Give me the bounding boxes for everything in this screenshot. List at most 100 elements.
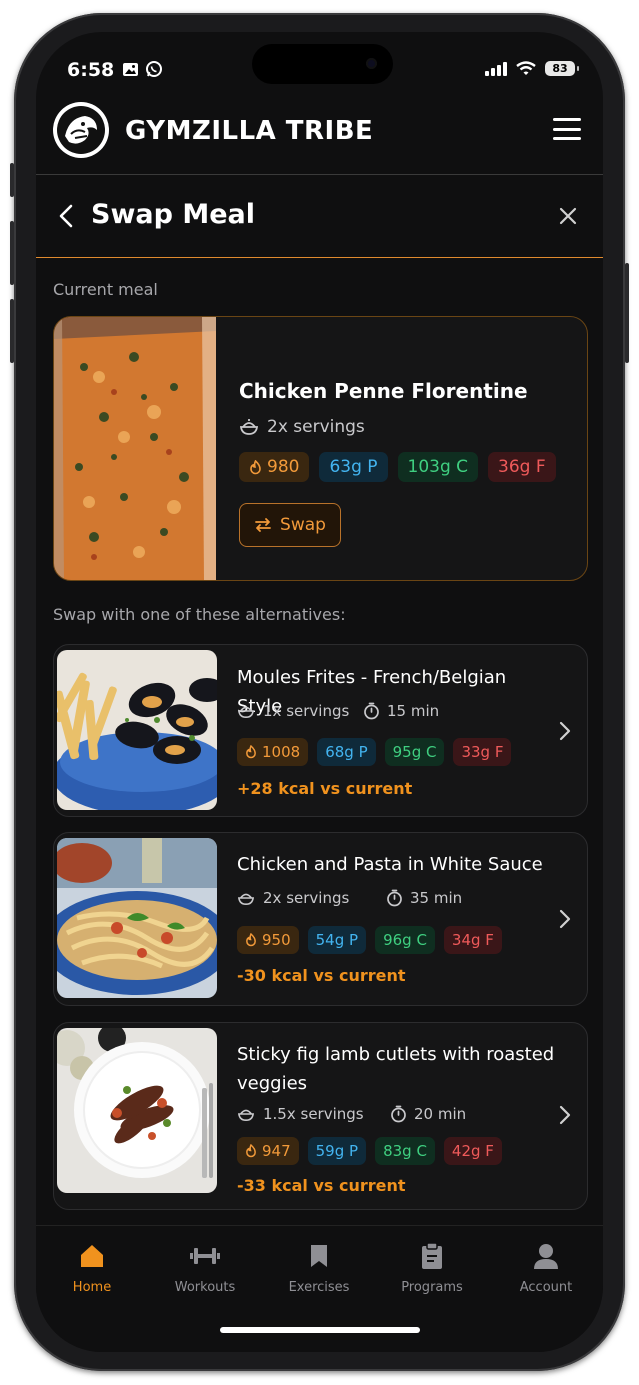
kcal-value: 947 <box>262 1142 291 1160</box>
app-brand: GYMZILLA TRIBE <box>125 116 374 146</box>
nav-workouts[interactable]: Workouts <box>165 1240 245 1295</box>
nav-exercises[interactable]: Exercises <box>279 1240 359 1295</box>
kcal-chip: 950 <box>237 926 299 954</box>
nav-label: Account <box>519 1280 573 1295</box>
carbs-chip: 103g C <box>397 452 479 482</box>
flame-icon <box>246 745 256 759</box>
flame-icon <box>246 1144 256 1158</box>
page-title: Swap Meal <box>91 199 255 230</box>
alternative-image <box>57 650 217 810</box>
timer-icon <box>391 1105 406 1123</box>
protein-chip: 59g P <box>307 1137 367 1165</box>
volume-down-button <box>10 299 14 363</box>
alternative-macros: 1008 68g P 95g C 33g F <box>237 738 512 766</box>
close-icon[interactable] <box>559 207 577 225</box>
alternative-card[interactable]: Moules Frites - French/Belgian Style 1x … <box>53 644 588 817</box>
kcal-chip: 1008 <box>237 738 309 766</box>
bookmark-icon <box>311 1245 327 1267</box>
current-macros: 980 63g P 103g C 36g F <box>239 452 556 482</box>
carbs-chip: 83g C <box>375 1137 435 1165</box>
alternative-macros: 947 59g P 83g C 42g F <box>237 1137 502 1165</box>
fat-chip: 34g F <box>443 926 502 954</box>
action-button <box>10 163 14 197</box>
nav-account[interactable]: Account <box>506 1240 586 1295</box>
timer-icon <box>364 702 379 720</box>
status-bar: 6:58 83 <box>36 56 603 84</box>
fat-chip: 42g F <box>443 1137 502 1165</box>
time-text: 20 min <box>414 1105 467 1123</box>
logo-mark <box>65 116 97 144</box>
back-chevron-icon[interactable] <box>58 204 74 228</box>
carbs-chip: 95g C <box>384 738 445 766</box>
protein-chip: 68g P <box>317 738 376 766</box>
alternatives-label: Swap with one of these alternatives: <box>53 605 346 624</box>
current-servings-text: 2x servings <box>267 417 365 437</box>
nav-programs[interactable]: Programs <box>392 1240 472 1295</box>
time-text: 35 min <box>410 889 463 907</box>
fat-chip: 33g F <box>453 738 512 766</box>
current-meal-image <box>54 317 216 580</box>
hamburger-menu-icon[interactable] <box>553 118 581 140</box>
whatsapp-icon <box>146 61 162 77</box>
carbs-chip: 96g C <box>375 926 435 954</box>
alternative-macros: 950 54g P 96g C 34g F <box>237 926 502 954</box>
chevron-right-icon[interactable] <box>559 721 571 741</box>
swap-button-label: Swap <box>280 515 326 535</box>
current-meal-name: Chicken Penne Florentine <box>239 379 528 403</box>
wifi-icon <box>516 61 536 75</box>
power-button <box>625 263 629 363</box>
alternative-time: 15 min <box>363 702 439 720</box>
servings-text: 1.5x servings <box>263 1105 364 1123</box>
alternative-servings: 1x servings <box>237 702 349 720</box>
time-text: 15 min <box>387 702 440 720</box>
dumbbell-icon <box>190 1248 220 1264</box>
kcal-value: 980 <box>267 457 300 477</box>
servings-bowl-icon <box>237 1109 255 1122</box>
nav-home[interactable]: Home <box>52 1240 132 1295</box>
kcal-delta: -30 kcal vs current <box>237 966 406 985</box>
timer-icon <box>387 889 402 907</box>
servings-bowl-icon <box>237 706 255 719</box>
flame-icon <box>250 459 261 474</box>
home-icon <box>81 1245 103 1267</box>
alternative-card[interactable]: Sticky fig lamb cutlets with roasted veg… <box>53 1022 588 1210</box>
gorilla-logo[interactable] <box>53 102 109 158</box>
app-screen: 6:58 83 GYMZILLA TRIBE Swap Meal Current… <box>36 32 603 1352</box>
chevron-right-icon[interactable] <box>559 909 571 929</box>
kcal-delta: -33 kcal vs current <box>237 1176 406 1195</box>
swap-button[interactable]: Swap <box>239 503 341 547</box>
servings-text: 2x servings <box>263 889 350 907</box>
chevron-right-icon[interactable] <box>559 1105 571 1125</box>
alternative-servings: 2x servings <box>237 889 349 907</box>
servings-text: 1x servings <box>263 702 350 720</box>
home-indicator[interactable] <box>220 1327 420 1333</box>
protein-chip: 54g P <box>307 926 367 954</box>
kcal-value: 1008 <box>262 743 301 761</box>
status-time: 6:58 <box>67 59 115 81</box>
alternative-card[interactable]: Chicken and Pasta in White Sauce 2x serv… <box>53 832 588 1006</box>
swap-arrows-icon <box>255 518 271 532</box>
nav-label: Programs <box>401 1280 463 1295</box>
nav-label: Exercises <box>288 1280 350 1295</box>
alternative-image <box>57 838 217 998</box>
current-meal-card: Chicken Penne Florentine 2x servings 980… <box>53 316 588 581</box>
protein-chip: 63g P <box>319 452 388 482</box>
cellular-icon <box>485 61 507 76</box>
alternative-name: Chicken and Pasta in White Sauce <box>237 854 543 875</box>
servings-bowl-icon <box>237 893 255 906</box>
nav-label: Workouts <box>174 1280 236 1295</box>
kcal-chip: 980 <box>239 452 310 482</box>
image-icon <box>123 62 138 76</box>
battery-icon: 83 <box>545 61 579 76</box>
alternative-time: 35 min <box>386 889 462 907</box>
fat-chip: 36g F <box>488 452 556 482</box>
current-meal-label: Current meal <box>53 280 158 299</box>
current-servings: 2x servings <box>239 417 365 437</box>
flame-icon <box>246 933 256 947</box>
alternative-servings: 1.5x servings <box>237 1105 364 1123</box>
page-titlebar: Swap Meal <box>36 175 603 258</box>
kcal-value: 950 <box>262 931 291 949</box>
kcal-chip: 947 <box>237 1137 299 1165</box>
notification-icons <box>122 60 163 78</box>
kcal-delta: +28 kcal vs current <box>237 779 413 798</box>
